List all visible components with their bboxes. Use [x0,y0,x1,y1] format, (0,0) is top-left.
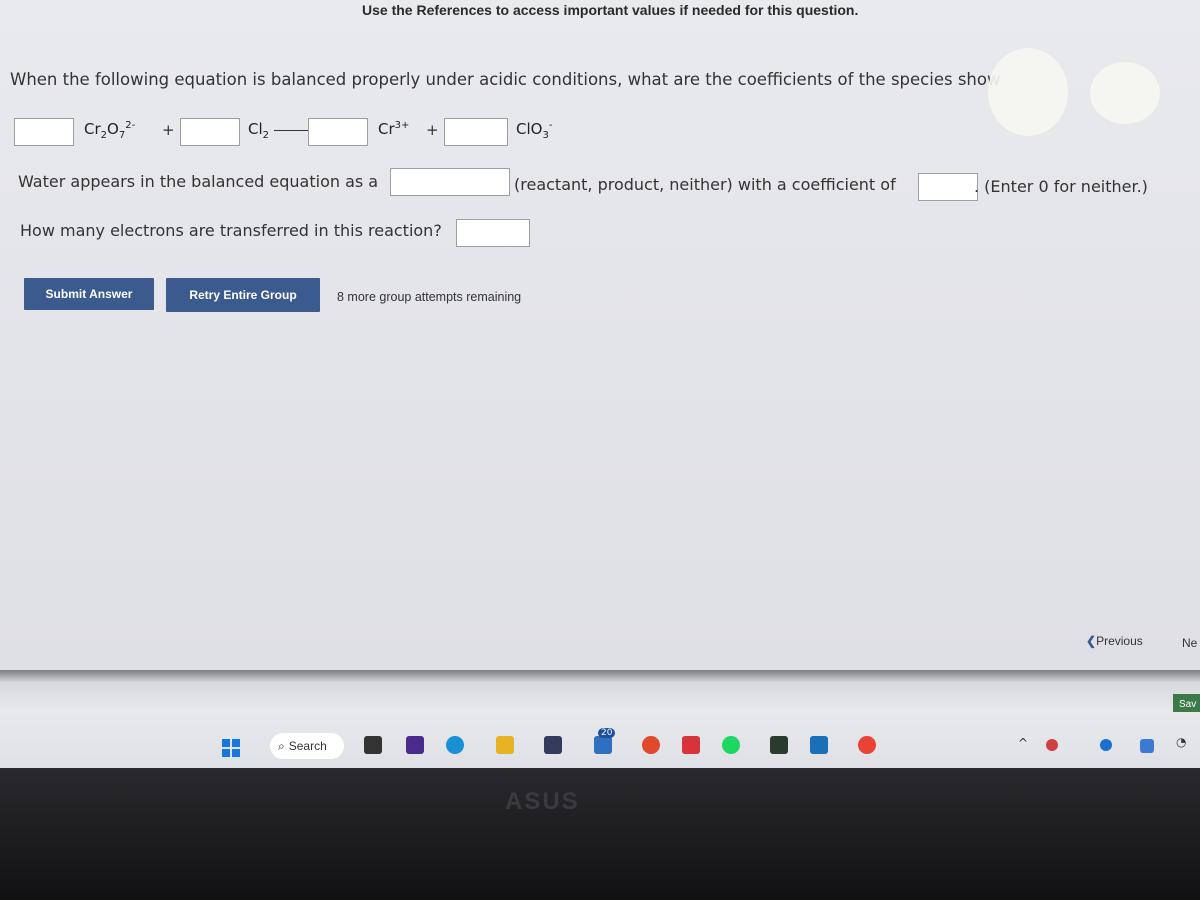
water-role-input[interactable] [390,168,510,196]
tray-app-icon[interactable] [1046,739,1058,751]
app-icon[interactable] [770,736,788,754]
asus-logo: ASUS [505,788,580,815]
mail-badge: 20 [598,728,616,738]
water-suffix: . (Enter 0 for neither.) [974,177,1148,196]
species-chlorate: ClO3- [516,120,553,141]
spotify-icon[interactable] [722,736,740,754]
plus-sign: + [426,121,439,139]
species-chlorine: Cl2 [248,120,270,141]
water-middle: (reactant, product, neither) with a coef… [514,175,896,194]
electrons-label: How many electrons are transferred in th… [20,221,442,240]
coefficient-input-3[interactable] [308,118,368,146]
chrome-profile-icon[interactable] [858,736,876,754]
plus-sign: + [162,121,175,139]
save-button[interactable]: Sav [1173,694,1200,714]
search-icon: ⌕ [278,738,285,753]
question-text: When the following equation is balanced … [10,70,1001,89]
tray-chevron-icon[interactable]: ^ [1018,736,1028,750]
submit-answer-button[interactable]: Submit Answer [24,278,154,310]
coefficient-input-2[interactable] [180,118,240,146]
screen-glare [988,48,1068,136]
mail-icon[interactable]: 20 [594,728,616,754]
store-icon[interactable] [544,736,562,754]
office-icon[interactable] [682,736,700,754]
chrome-icon[interactable] [642,736,660,754]
chevron-left-icon: ❮ [1086,634,1097,648]
screen-glare [1090,62,1160,124]
windows-taskbar: ⌕ Search 20 ^ ◔ [0,712,1200,768]
taskbar-search[interactable]: ⌕ Search [270,733,344,759]
coefficient-input-1[interactable] [14,118,74,146]
file-explorer-icon[interactable] [496,736,514,754]
attempts-remaining: 8 more group attempts remaining [337,290,522,304]
retry-entire-group-button[interactable]: Retry Entire Group [166,278,320,312]
previous-button[interactable]: ❮Previous [1086,634,1143,648]
reaction-arrow [274,130,308,131]
app-icon[interactable] [810,736,828,754]
meet-icon[interactable] [406,736,424,754]
water-prefix: Water appears in the balanced equation a… [18,172,379,191]
task-view-icon[interactable] [364,736,382,754]
onedrive-icon[interactable] [1100,739,1112,751]
page-bottom-bar [0,670,1200,712]
tray-app-icon[interactable] [1140,739,1154,753]
electrons-input[interactable] [456,219,530,247]
species-chromium-ion: Cr3+ [378,120,410,138]
windows-start-icon[interactable] [222,739,240,757]
edge-browser-icon[interactable] [446,736,464,754]
coefficient-input-4[interactable] [444,118,508,146]
references-note: Use the References to access important v… [362,2,859,18]
water-coefficient-input[interactable] [918,173,978,201]
next-button[interactable]: Ne [1182,636,1197,650]
species-dichromate: Cr2O72- [84,120,136,141]
wifi-icon[interactable]: ◔ [1176,735,1186,749]
laptop-bezel: ASUS [0,768,1200,900]
browser-screen: Use the References to access important v… [0,0,1200,670]
